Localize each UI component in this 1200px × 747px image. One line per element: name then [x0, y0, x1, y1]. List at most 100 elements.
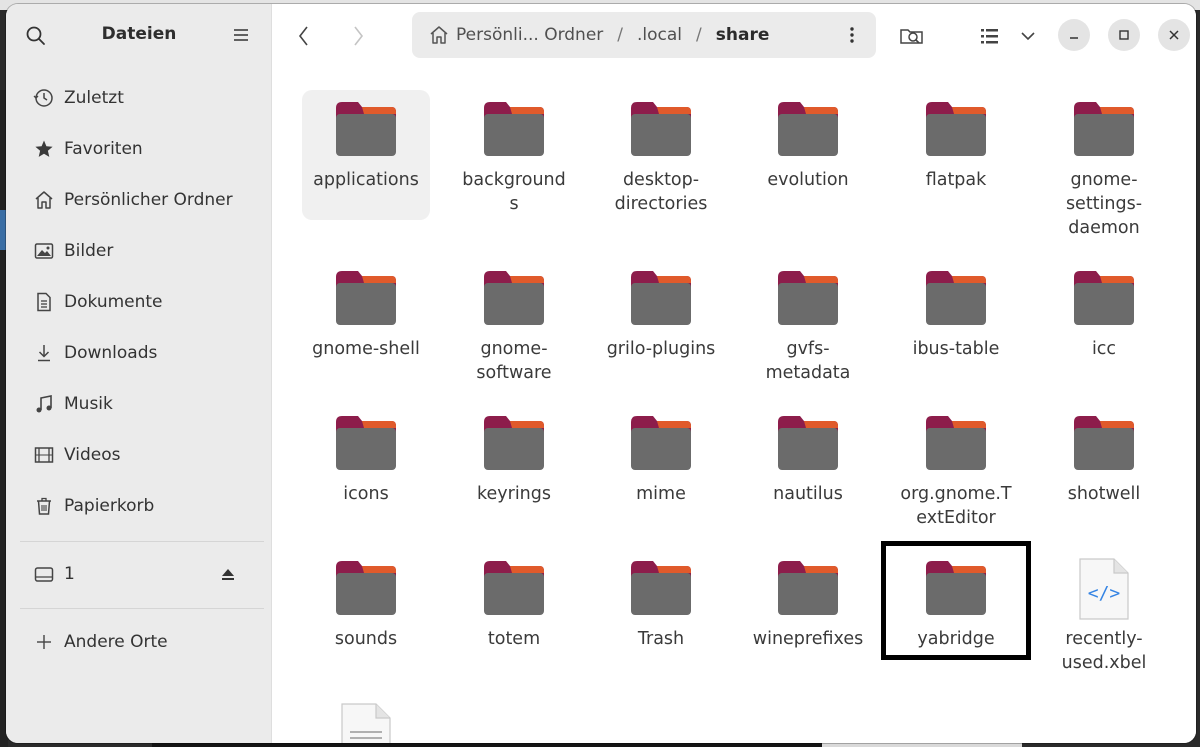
folder-icon: [776, 557, 840, 621]
sidebar-item-documents[interactable]: Dokumente: [20, 282, 260, 322]
file-item[interactable]: </> recently- used.xbel: [1040, 549, 1168, 679]
folder-icon: [776, 98, 840, 162]
file-name: ibus-table: [912, 339, 1000, 359]
sidebar-item-label: Downloads: [64, 343, 158, 363]
file-name: evolution: [767, 170, 849, 190]
folder-icon: [629, 557, 693, 621]
file-name: icc: [1091, 339, 1117, 359]
file-name: desktop- directories: [614, 170, 708, 214]
search-button[interactable]: [24, 24, 48, 48]
folder-icon: [629, 412, 693, 476]
path-menu-button[interactable]: [842, 23, 862, 47]
file-name: gnome-shell: [312, 339, 420, 359]
breadcrumb-current[interactable]: share: [716, 25, 770, 45]
folder-item[interactable]: Trash: [597, 549, 725, 679]
folder-item[interactable]: icons: [302, 404, 430, 534]
file-name: gnome- settings- daemon: [1065, 170, 1143, 238]
folder-item[interactable]: yabridge: [892, 549, 1020, 679]
file-name: shotwell: [1067, 484, 1141, 504]
pictures-icon: [32, 239, 56, 263]
chevron-right-icon: [354, 26, 364, 46]
folder-icon: [482, 557, 546, 621]
file-name: nautilus: [773, 484, 843, 504]
folder-item[interactable]: wineprefixes: [744, 549, 872, 679]
folder-item[interactable]: desktop- directories: [597, 90, 725, 220]
breadcrumb-local[interactable]: .local: [637, 25, 682, 45]
view-options-button[interactable]: [1014, 22, 1042, 50]
video-icon: [32, 443, 56, 467]
folder-item[interactable]: org.gnome.T extEditor: [892, 404, 1020, 534]
sidebar-divider: [20, 541, 264, 542]
sidebar-item-recent[interactable]: Zuletzt: [20, 78, 260, 118]
folder-icon: [776, 412, 840, 476]
folder-item[interactable]: icc: [1040, 259, 1168, 389]
file-name: mime: [636, 484, 686, 504]
folder-icon: [924, 98, 988, 162]
folder-item[interactable]: background s: [450, 90, 578, 220]
folder-item[interactable]: evolution: [744, 90, 872, 220]
back-button[interactable]: [290, 22, 318, 50]
folder-icon: [334, 557, 398, 621]
star-icon: [32, 137, 56, 161]
drive-icon: [32, 562, 56, 586]
folder-item[interactable]: gvfs- metadata: [744, 259, 872, 389]
close-icon: [1169, 30, 1179, 40]
search-folder-button[interactable]: [898, 22, 926, 50]
sidebar-item-trash[interactable]: Papierkorb: [20, 486, 260, 526]
folder-item[interactable]: keyrings: [450, 404, 578, 534]
sidebar-item-home[interactable]: Persönlicher Ordner: [20, 180, 260, 220]
eject-button[interactable]: [218, 564, 238, 584]
minimize-button[interactable]: [1058, 19, 1090, 51]
folder-item[interactable]: totem: [450, 549, 578, 679]
maximize-button[interactable]: [1108, 19, 1140, 51]
file-name: icons: [343, 484, 389, 504]
sidebar-item-downloads[interactable]: Downloads: [20, 333, 260, 373]
sidebar-item-music[interactable]: Musik: [20, 384, 260, 424]
folder-icon: [334, 412, 398, 476]
folder-icon: [1072, 412, 1136, 476]
main-view: Persönli... Ordner / .local / share appl…: [272, 4, 1196, 743]
folder-item[interactable]: shotwell: [1040, 404, 1168, 534]
folder-item[interactable]: grilo-plugins: [597, 259, 725, 389]
sidebar-item-other-locations[interactable]: Andere Orte: [20, 622, 260, 662]
folder-item[interactable]: flatpak: [892, 90, 1020, 220]
folder-icon: [482, 267, 546, 331]
xml-file-icon: </>: [1072, 557, 1136, 621]
file-name: Trash: [637, 629, 685, 649]
folder-item[interactable]: sounds: [302, 549, 430, 679]
list-view-button[interactable]: [976, 22, 1004, 50]
breadcrumb-separator: /: [617, 25, 624, 45]
forward-button[interactable]: [344, 22, 372, 50]
folder-item[interactable]: applications: [302, 90, 430, 220]
close-button[interactable]: [1158, 19, 1190, 51]
sidebar-item-label: Videos: [64, 445, 121, 465]
folder-item[interactable]: nautilus: [744, 404, 872, 534]
file-item[interactable]: [302, 694, 430, 743]
sidebar-item-favorites[interactable]: Favoriten: [20, 129, 260, 169]
sidebar-header: Dateien: [6, 4, 272, 64]
sidebar-item-label: Persönlicher Ordner: [64, 190, 233, 210]
main-menu-button[interactable]: [230, 24, 252, 46]
file-name: grilo-plugins: [606, 339, 716, 359]
sidebar-item-pictures[interactable]: Bilder: [20, 231, 260, 271]
trash-icon: [32, 494, 56, 518]
file-name: wineprefixes: [752, 629, 864, 649]
document-icon: [32, 290, 56, 314]
folder-item[interactable]: ibus-table: [892, 259, 1020, 389]
sidebar-item-videos[interactable]: Videos: [20, 435, 260, 475]
folder-icon: [629, 267, 693, 331]
folder-item[interactable]: gnome-shell: [302, 259, 430, 389]
folder-icon: [334, 98, 398, 162]
breadcrumb-home[interactable]: Persönli... Ordner: [456, 25, 603, 45]
folder-item[interactable]: gnome- software: [450, 259, 578, 389]
file-name: gvfs- metadata: [765, 339, 851, 383]
sidebar-item-label: Dokumente: [64, 292, 163, 312]
text-file-icon: [334, 702, 398, 743]
folder-search-icon: [900, 29, 923, 44]
folder-icon: [629, 98, 693, 162]
folder-item[interactable]: gnome- settings- daemon: [1040, 90, 1168, 238]
file-name: keyrings: [476, 484, 551, 504]
folder-item[interactable]: mime: [597, 404, 725, 534]
download-icon: [32, 341, 56, 365]
music-icon: [32, 392, 56, 416]
